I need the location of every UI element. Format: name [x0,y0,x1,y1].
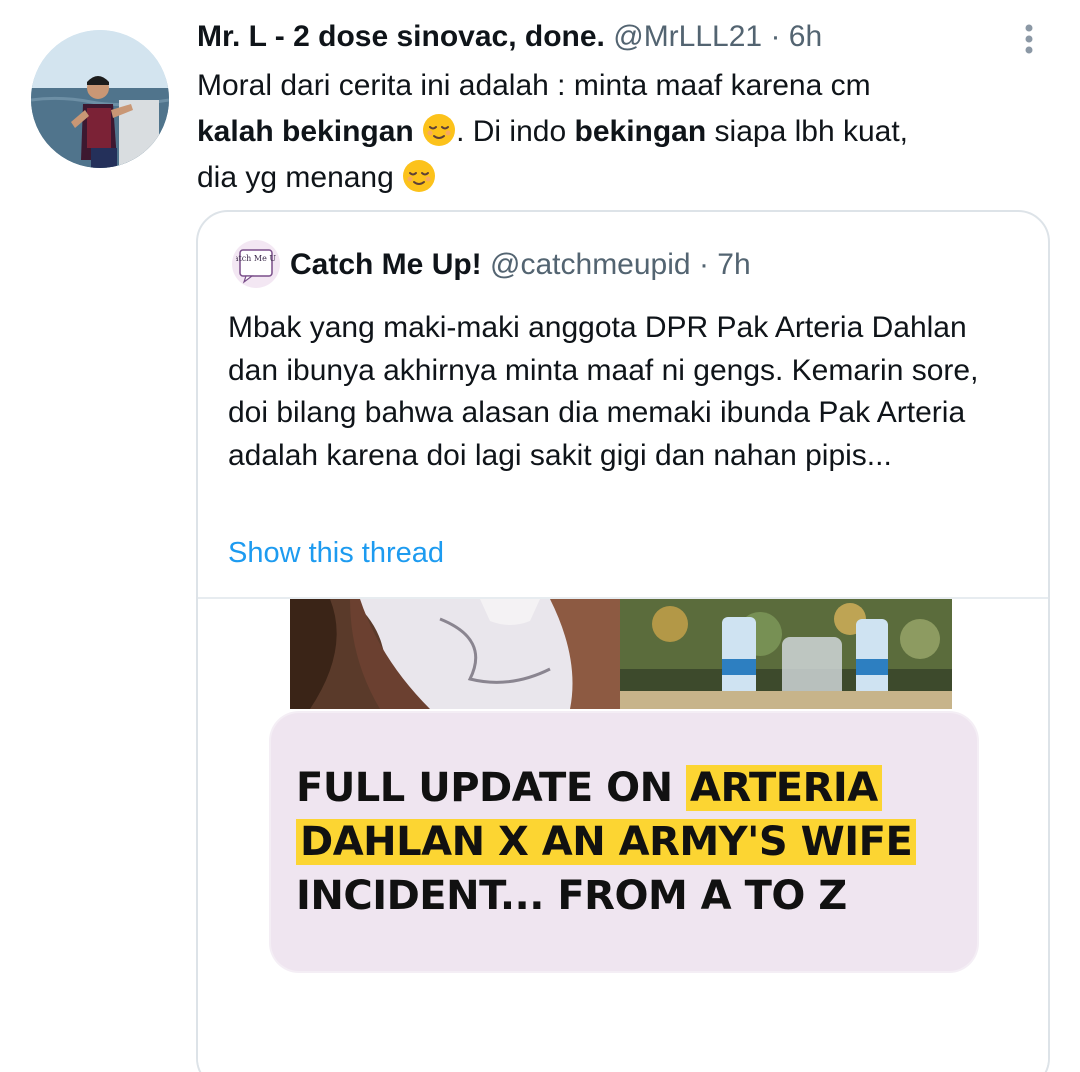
headline-text: FULL UPDATE ON ARTERIA DAHLAN X AN ARMY'… [296,761,956,923]
author-name[interactable]: Mr. L - 2 dose sinovac, done. [197,20,605,53]
quoted-author-name[interactable]: Catch Me Up! [290,248,482,281]
quoted-author-handle[interactable]: @catchmeupid [490,248,691,281]
tweet-header: Mr. L - 2 dose sinovac, done. @MrLLL21 ·… [197,18,822,56]
tweet-text-bold: bekingan [574,115,707,148]
quoted-author-avatar[interactable]: Catch Me Up! [232,240,280,288]
tweet-time[interactable]: 6h [789,20,822,53]
tweet-text-part: . Di indo [456,115,567,148]
headline-highlight: DAHLAN X AN ARMY'S WIFE [296,819,917,865]
quoted-media[interactable]: FULL UPDATE ON ARTERIA DAHLAN X AN ARMY'… [198,599,1048,1072]
tweet-text-part: Moral dari cerita ini adalah : minta maa… [197,69,871,102]
show-thread-link[interactable]: Show this thread [228,534,444,572]
headline-line: FULL UPDATE ON [296,765,673,811]
relieved-face-icon [422,113,456,147]
headline-card: FULL UPDATE ON ARTERIA DAHLAN X AN ARMY'… [271,713,977,971]
tweet-text-part: dia yg menang [197,161,394,194]
headline-highlight: ARTERIA [686,765,882,811]
author-handle[interactable]: @MrLLL21 [613,20,762,53]
quoted-tweet[interactable]: Catch Me Up! Catch Me Up! @catchmeupid ·… [196,210,1050,1072]
more-options-icon[interactable] [1014,18,1044,58]
tweet-text-part: siapa lbh kuat, [714,115,909,148]
media-photo [290,599,952,709]
headline-line: INCIDENT... FROM A TO Z [296,873,847,919]
tweet[interactable]: Mr. L - 2 dose sinovac, done. @MrLLL21 ·… [0,0,1080,1072]
separator-dot: · [698,248,709,281]
relieved-face-icon [402,159,436,193]
quoted-tweet-time[interactable]: 7h [717,248,750,281]
quoted-tweet-text: Mbak yang maki-maki anggota DPR Pak Arte… [228,311,979,472]
tweet-text: Moral dari cerita ini adalah : minta maa… [197,63,1027,201]
tweet-text-bold: kalah bekingan [197,115,414,148]
separator-dot: · [770,20,781,53]
quoted-tweet-header: Catch Me Up! @catchmeupid · 7h [290,246,751,284]
author-avatar[interactable] [31,30,169,168]
quoted-avatar-text: Catch Me Up! [236,254,276,263]
